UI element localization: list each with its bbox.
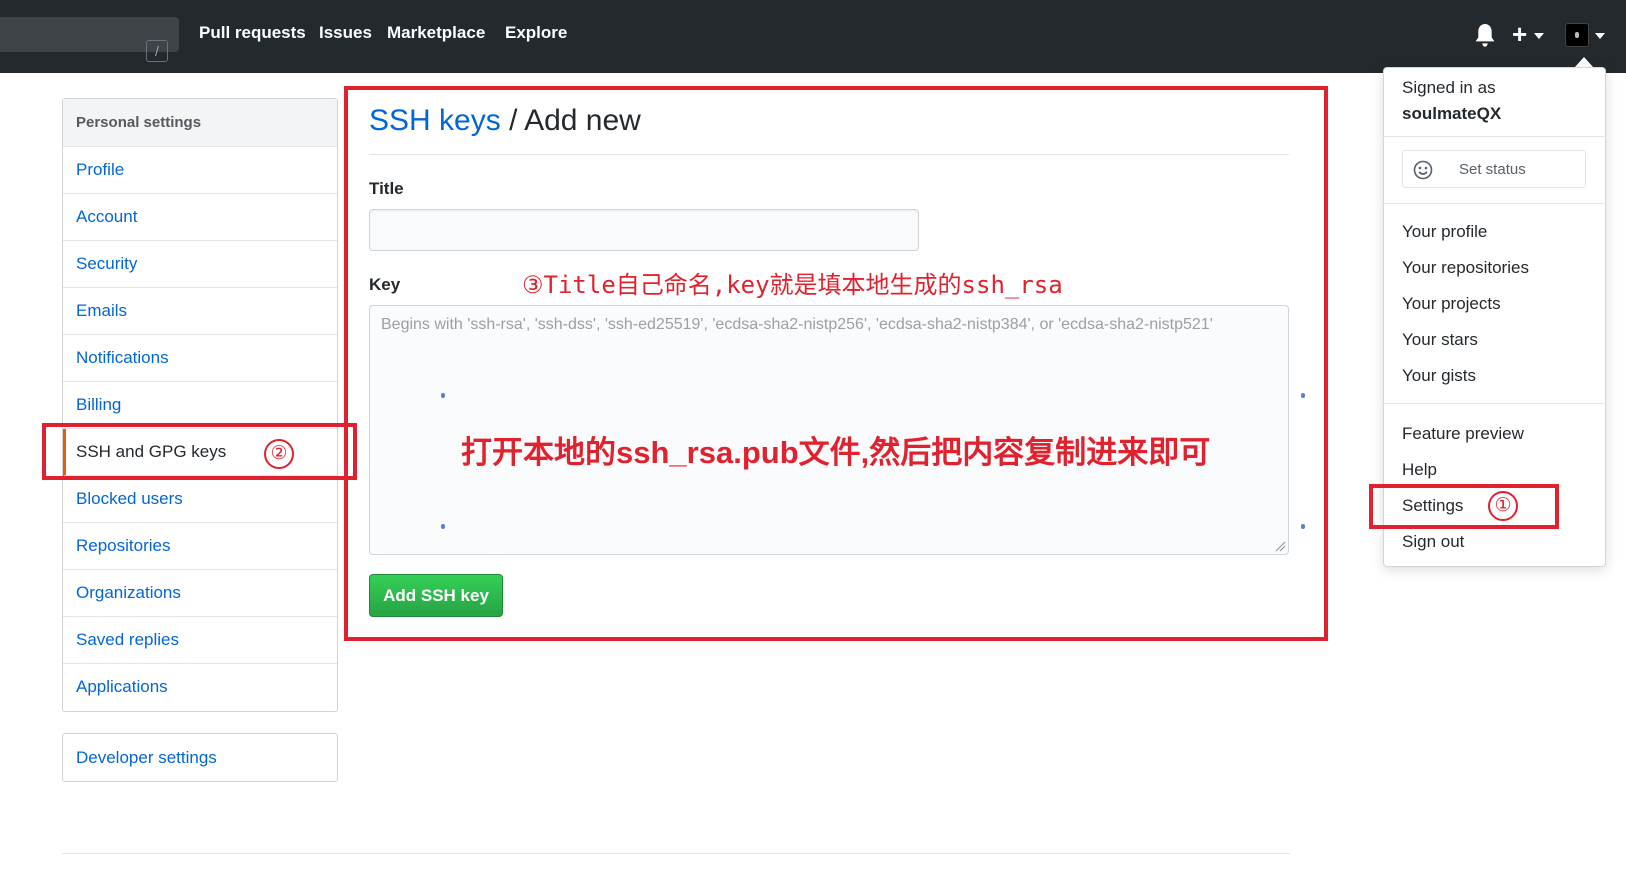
annotation-box-sidebar (42, 423, 357, 480)
sidebar-item-applications[interactable]: Applications (63, 664, 337, 711)
search-shortcut-hint: / (146, 40, 168, 62)
selection-marker (1301, 524, 1305, 529)
sidebar-item-account[interactable]: Account (63, 194, 337, 241)
sidebar-item-emails[interactable]: Emails (63, 288, 337, 335)
menu-your-profile[interactable]: Your profile (1402, 222, 1487, 242)
menu-your-repositories[interactable]: Your repositories (1402, 258, 1529, 278)
sidebar-item-saved-replies[interactable]: Saved replies (63, 617, 337, 664)
sidebar-item-billing[interactable]: Billing (63, 382, 337, 429)
annotation-step-2: ② (264, 439, 294, 469)
menu-your-projects[interactable]: Your projects (1402, 294, 1501, 314)
top-header: / Pull requests Issues Marketplace Explo… (0, 0, 1626, 73)
set-status-label: Set status (1459, 161, 1526, 178)
nav-marketplace[interactable]: Marketplace (387, 23, 485, 43)
dropdown-pointer (1575, 57, 1593, 67)
selection-marker (441, 393, 445, 398)
plus-icon[interactable]: + (1512, 19, 1527, 49)
nav-issues[interactable]: Issues (319, 23, 372, 43)
selection-marker (1301, 393, 1305, 398)
selection-marker (441, 524, 445, 529)
menu-feature-preview[interactable]: Feature preview (1402, 424, 1524, 444)
sidebar-item-security[interactable]: Security (63, 241, 337, 288)
avatar[interactable] (1565, 23, 1589, 47)
annotation-box-form (344, 86, 1328, 641)
smiley-icon (1413, 160, 1433, 180)
search-input[interactable]: / (0, 17, 179, 62)
avatar-caret-icon[interactable] (1595, 33, 1605, 39)
signed-in-label: Signed in as (1402, 78, 1496, 97)
signed-in-username: soulmateQX (1402, 104, 1502, 123)
set-status-button[interactable]: Set status (1402, 150, 1586, 188)
sidebar-heading: Personal settings (63, 99, 337, 147)
sidebar-item-notifications[interactable]: Notifications (63, 335, 337, 382)
menu-help[interactable]: Help (1402, 460, 1437, 480)
annotation-key-hint: 打开本地的ssh_rsa.pub文件,然后把内容复制进来即可 (461, 435, 1211, 470)
sidebar-item-profile[interactable]: Profile (63, 147, 337, 194)
dropdown-divider (1383, 136, 1606, 137)
menu-your-stars[interactable]: Your stars (1402, 330, 1478, 350)
nav-explore[interactable]: Explore (505, 23, 567, 43)
dropdown-divider (1383, 403, 1606, 404)
plus-caret-icon[interactable] (1534, 33, 1544, 39)
sidebar-item-repositories[interactable]: Repositories (63, 523, 337, 570)
annotation-step-3: ③Title自己命名,key就是填本地生成的ssh_rsa (522, 271, 1063, 299)
dropdown-divider (1383, 203, 1606, 204)
nav-pull-requests[interactable]: Pull requests (199, 23, 306, 43)
settings-sidebar: Personal settings Profile Account Securi… (62, 98, 338, 712)
footer-divider (62, 853, 1290, 854)
sidebar-item-organizations[interactable]: Organizations (63, 570, 337, 617)
annotation-step-1: ① (1488, 491, 1518, 521)
bell-icon[interactable] (1474, 24, 1496, 48)
developer-settings-link[interactable]: Developer settings (62, 733, 338, 782)
menu-your-gists[interactable]: Your gists (1402, 366, 1476, 386)
menu-sign-out[interactable]: Sign out (1402, 532, 1464, 552)
sidebar-item-blocked-users[interactable]: Blocked users (63, 476, 337, 523)
annotation-box-settings (1369, 484, 1559, 529)
